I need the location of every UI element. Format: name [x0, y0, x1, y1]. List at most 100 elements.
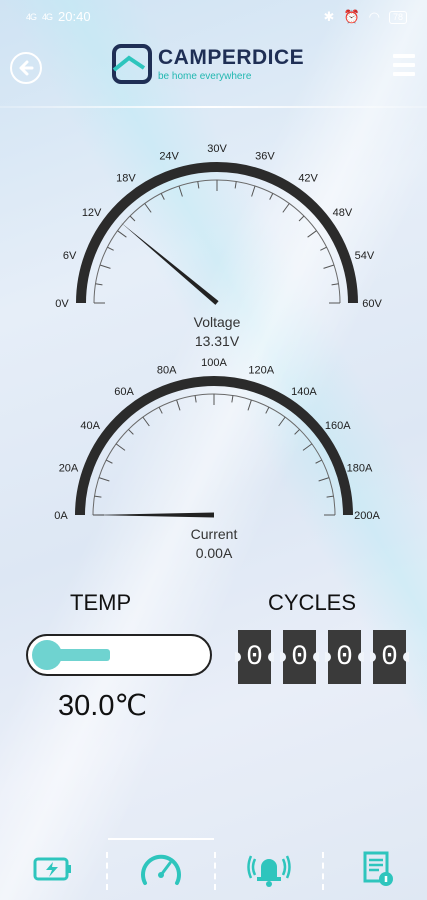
back-arrow-icon: [19, 60, 34, 76]
bluetooth-icon: ✱: [323, 9, 335, 24]
voltage-gauge-tick: [234, 181, 237, 189]
voltage-gauge-tick: [99, 264, 111, 269]
current-gauge-tick-label: 180A: [347, 463, 373, 475]
wifi-icon: ◠: [368, 9, 380, 24]
voltage-gauge-tick: [197, 181, 200, 189]
header-divider: [0, 106, 427, 108]
current-gauge-tick: [302, 443, 313, 451]
voltage-gauge-tick-label: 30V: [207, 143, 227, 155]
voltage-gauge-tick-label: 36V: [255, 151, 275, 163]
voltage-gauge-value: 13.31V: [195, 333, 240, 349]
current-gauge-tick-label: 160A: [325, 420, 351, 432]
voltage-gauge-tick: [160, 193, 165, 200]
current-gauge-tick: [294, 429, 300, 435]
cycle-digit: 0: [325, 630, 364, 684]
menu-button[interactable]: [393, 54, 415, 81]
nav-report[interactable]: [324, 838, 427, 900]
voltage-gauge-tick: [323, 264, 335, 269]
cycle-digit: 0: [280, 630, 319, 684]
voltage-gauge-label: Voltage: [194, 314, 241, 330]
current-gauge-needle: [90, 512, 214, 518]
bottom-nav: [0, 838, 427, 900]
voltage-gauge-tick: [269, 193, 274, 200]
home-logo-icon: [112, 44, 152, 84]
voltage-gauge-tick: [144, 203, 152, 213]
voltage-gauge-tick: [95, 283, 103, 286]
current-gauge-tick: [115, 443, 126, 451]
battery-icon: [33, 857, 71, 881]
current-gauge-tick: [326, 495, 334, 498]
current-gauge-tick: [94, 495, 102, 498]
battery-level: 78: [388, 10, 407, 24]
speedometer-icon: [141, 854, 181, 885]
thermometer: [26, 634, 212, 676]
current-gauge-tick-label: 60A: [114, 386, 134, 398]
temp-value: 30.0℃: [58, 690, 148, 722]
current-gauge-tick-label: 200A: [354, 510, 380, 522]
voltage-gauge-tick: [117, 230, 127, 238]
voltage-gauge-tick: [107, 246, 114, 251]
voltage-gauge-tick: [178, 185, 183, 197]
current-gauge-tick-label: 0A: [54, 510, 68, 522]
voltage-gauge-tick-label: 18V: [116, 173, 136, 185]
current-gauge-tick: [278, 416, 286, 427]
voltage-gauge-tick-label: 60V: [362, 298, 382, 310]
voltage-gauge-needle: [120, 222, 219, 305]
voltage-gauge-tick-label: 12V: [82, 207, 102, 219]
voltage-gauge-tick: [298, 215, 305, 222]
brand-logo: CAMPERDICE be home everywhere: [112, 44, 304, 84]
brand-tagline: be home everywhere: [158, 70, 252, 82]
current-gauge-tick: [158, 406, 163, 414]
current-gauge-tick-label: 140A: [291, 386, 317, 398]
signal-indicator-2: 4G: [42, 11, 53, 22]
current-gauge-value: 0.00A: [196, 545, 233, 561]
current-gauge-tick: [265, 406, 270, 414]
current-gauge-tick-label: 40A: [80, 420, 100, 432]
current-gauge-tick: [231, 395, 234, 403]
back-button[interactable]: [10, 52, 42, 84]
current-gauge-tick-label: 120A: [248, 364, 274, 376]
temp-title: TEMP: [70, 590, 132, 615]
current-gauge-tick-label: 100A: [201, 357, 227, 369]
cycles-counter: 0 0 0 0: [235, 630, 409, 684]
current-gauge-tick: [315, 459, 323, 464]
alarm-bell-icon: [247, 855, 291, 887]
brand-name: CAMPERDICE: [158, 45, 305, 69]
nav-gauge[interactable]: [108, 838, 214, 900]
app-header: CAMPERDICE be home everywhere: [0, 36, 427, 106]
current-gauge-tick: [128, 429, 134, 435]
voltage-gauge-tick: [331, 283, 339, 286]
nav-battery[interactable]: [0, 838, 106, 900]
voltage-gauge-tick-label: 54V: [355, 250, 375, 262]
voltage-gauge-tick: [307, 230, 317, 238]
signal-indicator-1: 4G: [26, 11, 37, 22]
current-gauge-tick: [176, 399, 181, 411]
voltage-gauge-tick: [320, 246, 327, 251]
report-icon: [363, 851, 393, 886]
current-gauge-tick: [247, 399, 252, 411]
current-gauge-tick: [194, 395, 197, 403]
cycles-title: CYCLES: [268, 590, 357, 615]
current-gauge-tick-label: 80A: [157, 364, 177, 376]
current-gauge-tick: [105, 459, 113, 464]
status-bar: 4G 4G 20:40 ✱ ⏰ ◠ 78: [0, 0, 427, 36]
voltage-gauge-tick-label: 6V: [63, 250, 77, 262]
voltage-gauge-tick-label: 48V: [333, 207, 353, 219]
alarm-clock-icon: ⏰: [343, 9, 360, 24]
clock: 20:40: [58, 9, 91, 24]
nav-alarm[interactable]: [216, 838, 322, 900]
cycle-digit: 0: [370, 630, 409, 684]
voltage-gauge-tick: [251, 185, 256, 197]
voltage-gauge-tick-label: 0V: [55, 298, 69, 310]
current-gauge-label: Current: [191, 526, 238, 542]
voltage-gauge-tick: [129, 215, 136, 222]
gauges-panel: 0V 6V 12V 18V 24V 30V 36V 42V 48V 54V 60V Voltage 13…: [54, 143, 382, 561]
current-gauge-tick: [318, 477, 330, 482]
voltage-gauge-tick: [282, 203, 290, 213]
current-gauge-tick-label: 20A: [59, 463, 79, 475]
current-gauge-tick: [142, 416, 150, 427]
cycle-digit: 0: [235, 630, 274, 684]
voltage-gauge-tick-label: 42V: [298, 173, 318, 185]
voltage-gauge-tick-label: 24V: [159, 151, 179, 163]
thermometer-bulb: [32, 640, 62, 670]
